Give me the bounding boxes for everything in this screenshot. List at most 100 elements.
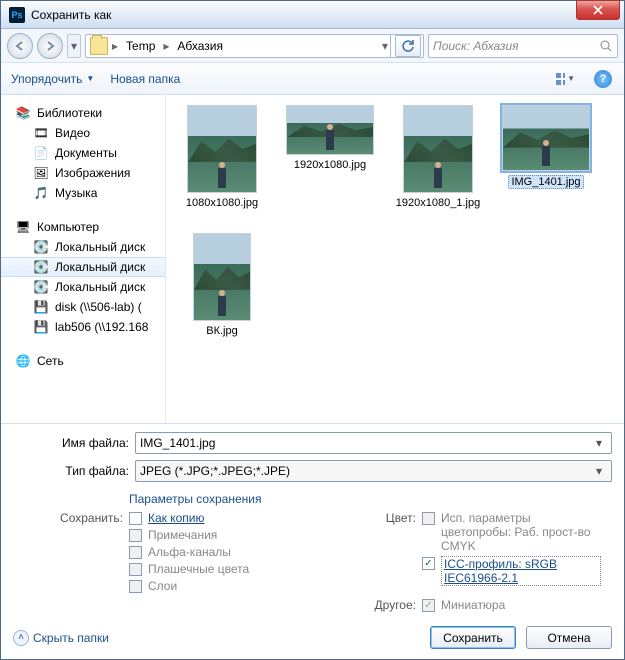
file-thumb[interactable]: 1920х1080_1.jpg (388, 105, 488, 225)
file-thumb[interactable]: 1920x1080.jpg (280, 105, 380, 225)
search-icon (599, 39, 613, 53)
tree-netdisk-2[interactable]: 💾lab506 (\\192.168 (1, 317, 165, 337)
toolbar: Упорядочить▼ Новая папка ▼ ? (1, 63, 624, 95)
thumbnail-image (187, 105, 257, 193)
new-folder-button[interactable]: Новая папка (110, 72, 180, 86)
file-name-label: ВК.jpg (206, 325, 237, 337)
nav-row: ▾ ▸ Temp ▸ Абхазия ▾ Поиск: Абхазия (1, 29, 624, 63)
netdrive-icon: 💾 (33, 299, 49, 315)
music-icon: 🎵 (33, 185, 49, 201)
tree-localdisk-3[interactable]: 💽Локальный диск (1, 277, 165, 297)
bottom-panel: Имя файла: IMG_1401.jpg ▾ Тип файла: JPE… (1, 423, 624, 659)
alpha-label: Альфа-каналы (148, 545, 231, 559)
nav-back-button[interactable] (7, 33, 33, 59)
thumbnail-image (286, 105, 374, 155)
app-icon: Ps (9, 7, 25, 23)
netdrive-icon: 💾 (33, 319, 49, 335)
tree-images[interactable]: 🖼Изображения (1, 163, 165, 183)
filetype-select[interactable]: JPEG (*.JPG;*.JPEG;*.JPE) ▾ (135, 460, 612, 482)
view-mode-button[interactable]: ▼ (554, 68, 576, 90)
help-button[interactable]: ? (592, 68, 614, 90)
filetype-label: Тип файла: (13, 464, 129, 478)
breadcrumb[interactable]: ▸ Temp ▸ Абхазия ▾ (85, 34, 424, 58)
other-label: Другое: (372, 598, 416, 612)
refresh-button[interactable] (395, 35, 421, 57)
notes-label: Примечания (148, 528, 217, 542)
breadcrumb-seg-temp[interactable]: Temp (120, 35, 161, 57)
thumbnail-image (193, 233, 251, 321)
save-as-dialog: Ps Сохранить как ▾ ▸ Temp ▸ Абхазия ▾ П (0, 0, 625, 660)
icc-checkbox[interactable]: ✓ (422, 557, 435, 570)
close-button[interactable] (576, 0, 620, 20)
cancel-button[interactable]: Отмена (526, 626, 612, 649)
chevron-down-icon[interactable]: ▾ (591, 433, 607, 453)
window-title: Сохранить как (31, 8, 622, 22)
network-icon: 🌐 (15, 353, 31, 369)
tree-documents[interactable]: 📄Документы (1, 143, 165, 163)
hide-folders-link[interactable]: ˄ Скрыть папки (13, 630, 109, 646)
file-thumb[interactable]: 1080x1080.jpg (172, 105, 272, 225)
arrow-left-icon (14, 40, 26, 52)
color-label: Цвет: (372, 511, 416, 525)
as-copy-label[interactable]: Как копию (148, 511, 205, 525)
titlebar[interactable]: Ps Сохранить как (1, 1, 624, 29)
chevron-up-icon: ˄ (13, 630, 29, 646)
save-button[interactable]: Сохранить (430, 626, 516, 649)
file-name-label: 1080x1080.jpg (186, 197, 258, 209)
search-input[interactable]: Поиск: Абхазия (428, 34, 618, 58)
file-name-label: 1920x1080.jpg (294, 159, 366, 171)
thumb-label: Миниатюра (441, 598, 505, 612)
drive-icon: 💽 (33, 239, 49, 255)
thumb-checkbox: ✓ (422, 599, 435, 612)
drive-icon: 💽 (33, 259, 49, 275)
refresh-icon (401, 39, 415, 53)
drive-icon: 💽 (33, 279, 49, 295)
nav-forward-button[interactable] (37, 33, 63, 59)
filename-label: Имя файла: (13, 436, 129, 450)
nav-history-dropdown[interactable]: ▾ (67, 34, 81, 58)
file-gallery[interactable]: 1080x1080.jpg 1920x1080.jpg 1920х1080_1.jp… (166, 95, 624, 423)
thumbnail-image (403, 105, 473, 193)
proof-checkbox (422, 512, 435, 525)
file-thumb[interactable]: IMG_1401.jpg (496, 105, 596, 225)
tree-netdisk-1[interactable]: 💾disk (\\506-lab) ( (1, 297, 165, 317)
tree-libraries[interactable]: 📚Библиотеки (1, 103, 165, 123)
save-label: Сохранить: (43, 511, 123, 525)
help-icon: ? (594, 70, 612, 88)
icc-label[interactable]: ICC-профиль: sRGB IEC61966-2.1 (441, 556, 601, 586)
spot-label: Плашечные цвета (148, 562, 249, 576)
tree-network[interactable]: 🌐Сеть (1, 351, 165, 371)
thumbnail-image (502, 105, 590, 171)
tree-computer[interactable]: 🖥Компьютер (1, 217, 165, 237)
folder-icon (90, 37, 108, 55)
proof-label: Исп. параметры цветопробы: Раб. прост-во… (441, 511, 601, 553)
file-name-label: 1920х1080_1.jpg (396, 197, 480, 209)
arrow-right-icon (44, 40, 56, 52)
notes-checkbox (129, 529, 142, 542)
organize-menu[interactable]: Упорядочить▼ (11, 72, 94, 86)
libraries-icon: 📚 (15, 105, 31, 121)
file-thumb[interactable]: ВК.jpg (172, 233, 272, 353)
chevron-down-icon[interactable]: ▾ (382, 39, 388, 53)
image-icon: 🖼 (33, 165, 49, 181)
tree-localdisk-1[interactable]: 💽Локальный диск (1, 237, 165, 257)
as-copy-checkbox[interactable] (129, 512, 142, 525)
search-placeholder: Поиск: Абхазия (433, 39, 599, 53)
tree-localdisk-2[interactable]: 💽Локальный диск (1, 257, 165, 277)
close-icon (592, 5, 604, 15)
chevron-down-icon[interactable]: ▾ (591, 461, 607, 481)
chevron-right-icon: ▸ (112, 39, 118, 53)
tree-video[interactable]: 🎞Видео (1, 123, 165, 143)
tree-pane[interactable]: 📚Библиотеки 🎞Видео 📄Документы 🖼Изображен… (1, 95, 166, 423)
filename-input[interactable]: IMG_1401.jpg ▾ (135, 432, 612, 454)
tree-music[interactable]: 🎵Музыка (1, 183, 165, 203)
content-area: 📚Библиотеки 🎞Видео 📄Документы 🖼Изображен… (1, 95, 624, 423)
thumbnails-icon (555, 72, 565, 86)
spot-checkbox (129, 563, 142, 576)
save-options: Параметры сохранения Сохранить: Как копию… (13, 488, 612, 614)
options-title: Параметры сохранения (43, 492, 364, 506)
chevron-right-icon: ▸ (163, 39, 169, 53)
video-icon: 🎞 (33, 125, 49, 141)
layers-label: Слои (148, 579, 177, 593)
breadcrumb-seg-current[interactable]: Абхазия (171, 35, 229, 57)
